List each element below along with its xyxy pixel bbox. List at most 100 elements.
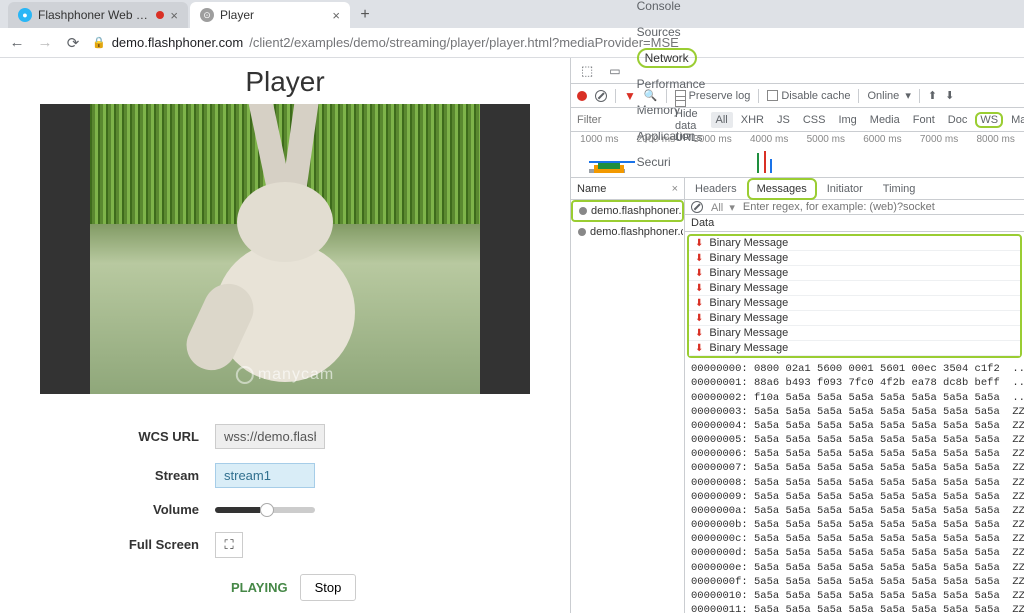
browser-tab-strip: ● Flashphoner Web Call Server × ⊙ Player…: [0, 0, 1024, 28]
devtools-inspect-icon[interactable]: ⬚: [573, 58, 601, 84]
request-name: demo.flashphoner.c...: [591, 205, 684, 217]
browser-tab[interactable]: ● Flashphoner Web Call Server ×: [8, 2, 188, 28]
page-title: Player: [245, 66, 324, 98]
nav-back-icon[interactable]: ←: [8, 34, 26, 51]
fullscreen-button[interactable]: ⛶: [215, 532, 243, 558]
message-label: Binary Message: [709, 282, 788, 294]
request-list: Name × demo.flashphoner.c... demo.flashpho…: [571, 178, 685, 613]
tab-close-icon[interactable]: ×: [170, 8, 178, 23]
request-row[interactable]: demo.flashphoner.com: [571, 222, 684, 242]
status-dot-icon: [579, 207, 587, 215]
url-host: demo.flashphoner.com: [112, 35, 244, 50]
player-form: WCS URL Stream Volume Full Screen ⛶ PLAY…: [95, 424, 475, 601]
request-detail: HeadersMessagesInitiatorTiming All ▾ Dat…: [685, 178, 1024, 613]
incoming-arrow-icon: ⬇: [695, 253, 703, 264]
timeline-tick: 6000 ms: [854, 134, 911, 145]
browser-tab-active[interactable]: ⊙ Player ×: [190, 2, 350, 28]
detail-tab-headers[interactable]: Headers: [685, 178, 747, 200]
watermark: manycam: [236, 366, 334, 384]
message-row[interactable]: ⬇Binary Message: [689, 326, 1020, 341]
timeline-tick: 8000 ms: [967, 134, 1024, 145]
filter-type-img[interactable]: Img: [833, 112, 861, 128]
wcs-url-label: WCS URL: [95, 429, 215, 445]
nav-forward-icon[interactable]: →: [36, 34, 54, 51]
message-label: Binary Message: [709, 237, 788, 249]
message-label: Binary Message: [709, 312, 788, 324]
request-row[interactable]: demo.flashphoner.c...: [571, 200, 684, 222]
incoming-arrow-icon: ⬇: [695, 298, 703, 309]
incoming-arrow-icon: ⬇: [695, 313, 703, 324]
devtools-tab-network[interactable]: Network: [629, 45, 714, 71]
detail-tab-timing[interactable]: Timing: [873, 178, 926, 200]
manycam-logo-icon: [236, 366, 254, 384]
filter-type-ws[interactable]: WS: [975, 112, 1003, 128]
fullscreen-label: Full Screen: [95, 537, 215, 553]
network-toolbar: ▼ 🔍 Preserve log Disable cache Online ▾ …: [571, 84, 1024, 108]
detail-tab-messages[interactable]: Messages: [747, 178, 817, 200]
filter-type-all[interactable]: All: [711, 112, 733, 128]
message-label: Binary Message: [709, 252, 788, 264]
page-content: Player manycam WCS URL Stream: [0, 58, 570, 613]
status-dot-icon: [578, 228, 586, 236]
filter-type-manifest[interactable]: Manifest: [1006, 112, 1024, 128]
message-label: Binary Message: [709, 297, 788, 309]
message-label: Binary Message: [709, 267, 788, 279]
filter-type-js[interactable]: JS: [772, 112, 795, 128]
timeline-tick: 2000 ms: [628, 134, 685, 145]
record-icon[interactable]: [577, 91, 587, 101]
player-status: PLAYING: [231, 580, 288, 595]
message-regex-input[interactable]: [743, 201, 1018, 213]
upload-icon[interactable]: ⬆: [928, 89, 937, 102]
data-column-header: Data: [685, 215, 1024, 232]
tab-close-icon[interactable]: ×: [332, 8, 340, 23]
stream-input[interactable]: [215, 463, 315, 488]
filter-icon[interactable]: ▼: [624, 89, 636, 103]
incoming-arrow-icon: ⬇: [695, 328, 703, 339]
devtools-tab-console[interactable]: Console: [629, 0, 714, 19]
download-icon[interactable]: ⬇: [945, 89, 954, 102]
message-filter-select[interactable]: All ▾: [711, 201, 735, 214]
url-input[interactable]: 🔒 demo.flashphoner.com/client2/examples/…: [92, 35, 1016, 50]
disable-cache-checkbox[interactable]: Disable cache: [767, 90, 850, 102]
network-timeline[interactable]: 1000 ms2000 ms3000 ms4000 ms5000 ms6000 …: [571, 132, 1024, 178]
video-player[interactable]: manycam: [40, 104, 530, 394]
message-row[interactable]: ⬇Binary Message: [689, 236, 1020, 251]
filter-type-doc[interactable]: Doc: [943, 112, 973, 128]
hex-dump[interactable]: 00000000: 0800 02a1 5600 0001 5601 00ec …: [685, 360, 1024, 613]
message-row[interactable]: ⬇Binary Message: [689, 266, 1020, 281]
network-filter-bar: Hide data URLs AllXHRJSCSSImgMediaFontDo…: [571, 108, 1024, 132]
incoming-arrow-icon: ⬇: [695, 343, 703, 354]
request-name: demo.flashphoner.com: [590, 226, 684, 238]
filter-type-css[interactable]: CSS: [798, 112, 831, 128]
tab-label: Flashphoner Web Call Server: [38, 8, 150, 22]
search-icon[interactable]: 🔍: [644, 89, 658, 102]
filter-type-media[interactable]: Media: [865, 112, 905, 128]
stop-button[interactable]: Stop: [300, 574, 357, 601]
detail-tab-initiator[interactable]: Initiator: [817, 178, 873, 200]
stream-label: Stream: [95, 468, 215, 484]
tab-favicon-icon: ●: [18, 8, 32, 22]
filter-type-xhr[interactable]: XHR: [736, 112, 769, 128]
nav-reload-icon[interactable]: ⟳: [64, 34, 82, 52]
incoming-arrow-icon: ⬇: [695, 283, 703, 294]
message-row[interactable]: ⬇ Binary Message: [689, 311, 1020, 326]
filter-type-font[interactable]: Font: [908, 112, 940, 128]
network-filter-input[interactable]: [577, 114, 667, 126]
request-list-header: Name: [577, 183, 606, 195]
volume-slider[interactable]: [215, 507, 315, 513]
message-row[interactable]: ⬇ Binary Message: [689, 281, 1020, 296]
clear-messages-icon[interactable]: [691, 201, 703, 213]
clear-icon[interactable]: [595, 90, 607, 102]
devtools-tab-bar: ⬚ ▭ ElementsConsoleSourcesNetworkPerform…: [571, 58, 1024, 84]
new-tab-button[interactable]: +: [352, 2, 378, 28]
message-label: Binary Message: [709, 342, 788, 354]
message-row[interactable]: ⬇ Binary Message: [689, 251, 1020, 266]
tab-label: Player: [220, 8, 326, 22]
message-row[interactable]: ⬇ Binary Message: [689, 296, 1020, 311]
message-row[interactable]: ⬇ Binary Message: [689, 341, 1020, 356]
devtools-device-icon[interactable]: ▭: [601, 58, 628, 84]
wcs-url-input[interactable]: [215, 424, 325, 449]
throttle-select[interactable]: Online ▾: [867, 89, 910, 102]
close-panel-icon[interactable]: ×: [672, 183, 678, 195]
devtools-tab-sources[interactable]: Sources: [629, 19, 714, 45]
